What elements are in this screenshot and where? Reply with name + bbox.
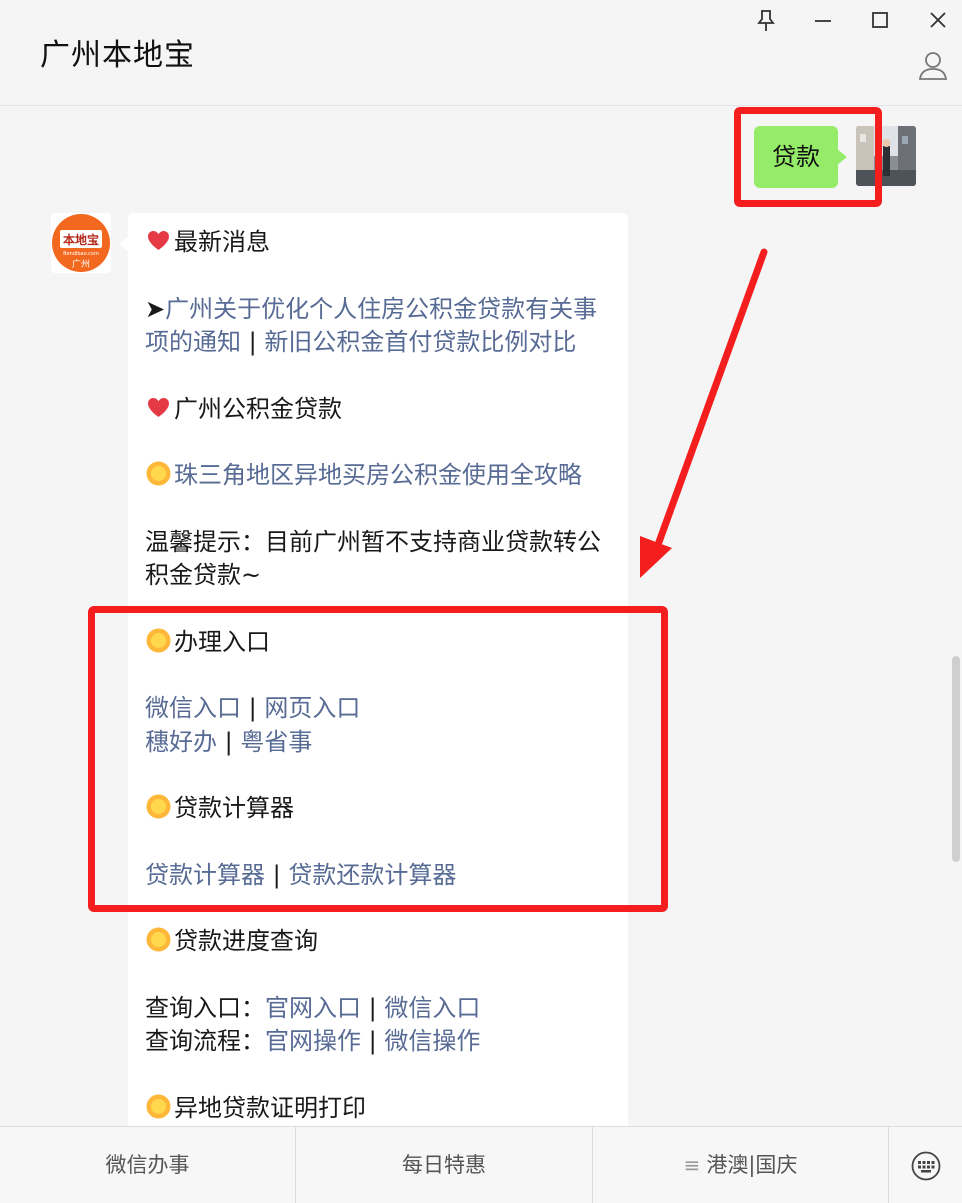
sun-icon bbox=[145, 1093, 172, 1120]
scrollbar-thumb[interactable] bbox=[952, 656, 960, 862]
sun-icon bbox=[145, 460, 172, 487]
close-icon[interactable] bbox=[924, 6, 952, 34]
remote-heading: 异地贷款证明打印 bbox=[145, 1092, 615, 1126]
title-bar: 广州本地宝 bbox=[0, 0, 962, 106]
news-heading: 最新消息 bbox=[145, 226, 615, 260]
annotation-box-apply-section bbox=[88, 606, 668, 912]
query-flow-row: 查询流程：官网操作 | 微信操作 bbox=[145, 1027, 481, 1055]
minimize-icon[interactable] bbox=[809, 6, 837, 34]
bot-avatar-logo-text: 本地宝 bbox=[63, 232, 99, 247]
annotation-box-query bbox=[734, 107, 882, 207]
submenu-icon: ≡ bbox=[683, 1153, 701, 1177]
arrow-icon: ➤ bbox=[145, 294, 166, 323]
query-entry-row: 查询入口：官网入口 | 微信入口 bbox=[145, 993, 481, 1022]
query-entry-site-link[interactable]: 官网入口 bbox=[265, 994, 361, 1022]
menu-item-wechat-service[interactable]: 微信办事 bbox=[0, 1127, 296, 1203]
chat-scrollbar[interactable] bbox=[948, 656, 962, 862]
bot-avatar[interactable]: 本地宝 Bendibao.com 广州 bbox=[51, 213, 111, 273]
menu-item-hk-macau[interactable]: ≡ 港澳|国庆 bbox=[593, 1127, 889, 1203]
maximize-icon[interactable] bbox=[866, 6, 894, 34]
query-flow-site-link[interactable]: 官网操作 bbox=[265, 1027, 361, 1055]
bottom-menu: 微信办事 每日特惠 ≡ 港澳|国庆 bbox=[0, 1126, 962, 1203]
menu-item-daily-deals[interactable]: 每日特惠 bbox=[296, 1127, 593, 1203]
tip-text: 温馨提示：目前广州暂不支持商业贷款转公积金贷款~ bbox=[145, 527, 601, 590]
sun-icon bbox=[145, 926, 172, 953]
guide-line: 珠三角地区异地买房公积金使用全攻略 bbox=[145, 459, 615, 493]
news-link-ratio[interactable]: 新旧公积金首付贷款比例对比 bbox=[264, 328, 576, 356]
query-entry-wechat-link[interactable]: 微信入口 bbox=[384, 994, 480, 1022]
bot-avatar-sub-text: Bendibao.com bbox=[63, 251, 99, 257]
keyboard-icon[interactable] bbox=[888, 1127, 962, 1203]
news-links: ➤广州关于优化个人住房公积金贷款有关事项的通知 | 新旧公积金首付贷款比例对比 bbox=[145, 294, 598, 357]
loan-heading: 广州公积金贷款 bbox=[145, 393, 615, 427]
window-title: 广州本地宝 bbox=[40, 38, 195, 73]
pin-icon[interactable] bbox=[752, 6, 780, 34]
guide-link[interactable]: 珠三角地区异地买房公积金使用全攻略 bbox=[174, 461, 582, 489]
progress-heading: 贷款进度查询 bbox=[145, 925, 615, 959]
heart-icon bbox=[145, 394, 172, 421]
heart-icon bbox=[145, 227, 172, 254]
bot-avatar-city-text: 广州 bbox=[72, 258, 90, 270]
user-profile-icon[interactable] bbox=[916, 48, 950, 82]
query-flow-wechat-link[interactable]: 微信操作 bbox=[384, 1027, 480, 1055]
